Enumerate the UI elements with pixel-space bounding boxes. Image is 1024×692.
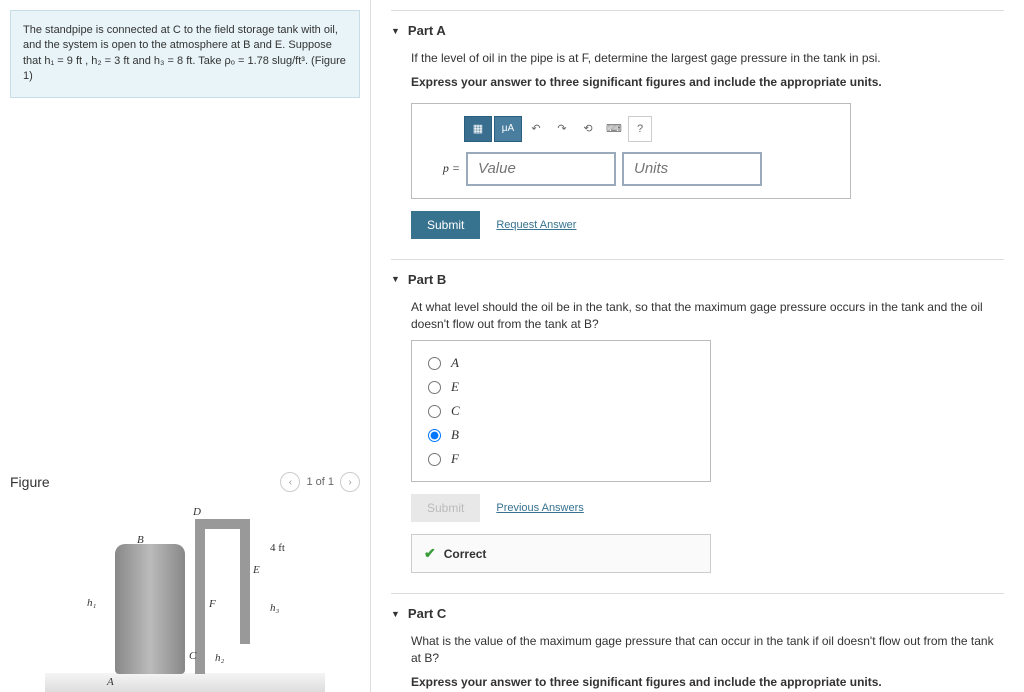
part-c-instruction: Express your answer to three significant… — [411, 675, 1004, 689]
undo-icon[interactable]: ↶ — [524, 116, 548, 142]
option-A[interactable]: A — [428, 351, 694, 375]
check-icon: ✔ — [424, 545, 436, 562]
part-a-title: Part A — [408, 23, 446, 38]
label-h2: h₂ — [215, 652, 224, 664]
figure-image: D B E F C A h₁ h₂ h₃ 4 ft — [45, 502, 325, 692]
label-E: E — [253, 564, 260, 576]
figure-prev-button[interactable]: ‹ — [280, 472, 300, 492]
part-a-request-answer-link[interactable]: Request Answer — [496, 219, 576, 231]
symbols-icon[interactable]: μA — [494, 116, 522, 142]
help-icon[interactable]: ? — [628, 116, 652, 142]
radio-A[interactable] — [428, 357, 441, 370]
part-a-units-input[interactable] — [622, 152, 762, 186]
radio-E[interactable] — [428, 381, 441, 394]
figure-nav: ‹ 1 of 1 › — [280, 472, 360, 492]
part-b-previous-answers-link[interactable]: Previous Answers — [496, 502, 583, 514]
part-b-title: Part B — [408, 272, 446, 287]
right-panel: ▼ Part A If the level of oil in the pipe… — [370, 0, 1024, 692]
radio-B[interactable] — [428, 429, 441, 442]
label-4ft: 4 ft — [270, 542, 285, 554]
keyboard-icon[interactable]: ⌨ — [602, 116, 626, 142]
option-E[interactable]: E — [428, 375, 694, 399]
part-a-var-label: p = — [424, 161, 460, 176]
part-b-correct-feedback: ✔ Correct — [411, 534, 711, 573]
redo-icon[interactable]: ↷ — [550, 116, 574, 142]
part-a-instruction: Express your answer to three significant… — [411, 75, 1004, 89]
part-a-toolbar: ▦ μA ↶ ↷ ⟲ ⌨ ? — [464, 116, 838, 142]
caret-down-icon: ▼ — [391, 609, 400, 619]
part-a-answer-box: ▦ μA ↶ ↷ ⟲ ⌨ ? p = — [411, 103, 851, 199]
label-C: C — [189, 650, 196, 662]
part-b-header[interactable]: ▼ Part B — [391, 272, 1004, 287]
part-b-submit-button: Submit — [411, 494, 480, 522]
figure-next-button[interactable]: › — [340, 472, 360, 492]
part-c-title: Part C — [408, 606, 446, 621]
part-a-value-input[interactable] — [466, 152, 616, 186]
correct-label: Correct — [444, 547, 487, 561]
radio-C[interactable] — [428, 405, 441, 418]
part-a-submit-button[interactable]: Submit — [411, 211, 480, 239]
radio-F[interactable] — [428, 453, 441, 466]
label-D: D — [193, 506, 201, 518]
label-B: B — [137, 534, 144, 546]
caret-down-icon: ▼ — [391, 26, 400, 36]
option-C[interactable]: C — [428, 399, 694, 423]
label-h3: h₃ — [270, 602, 279, 614]
part-c-section: ▼ Part C What is the value of the maximu… — [391, 593, 1004, 692]
part-b-question: At what level should the oil be in the t… — [411, 299, 1004, 333]
option-B[interactable]: B — [428, 423, 694, 447]
templates-icon[interactable]: ▦ — [464, 116, 492, 142]
part-a-header[interactable]: ▼ Part A — [391, 23, 1004, 38]
part-a-section: ▼ Part A If the level of oil in the pipe… — [391, 10, 1004, 239]
part-c-header[interactable]: ▼ Part C — [391, 606, 1004, 621]
problem-statement: The standpipe is connected at C to the f… — [10, 10, 360, 98]
caret-down-icon: ▼ — [391, 274, 400, 284]
part-b-section: ▼ Part B At what level should the oil be… — [391, 259, 1004, 574]
figure-section: Figure ‹ 1 of 1 › D B E F C A h₁ h₂ h₃ 4… — [10, 472, 360, 692]
reset-icon[interactable]: ⟲ — [576, 116, 600, 142]
part-b-options: A E C B F — [411, 340, 711, 482]
label-F: F — [209, 598, 216, 610]
figure-title: Figure — [10, 474, 50, 490]
part-a-question: If the level of oil in the pipe is at F,… — [411, 50, 1004, 67]
label-A: A — [107, 676, 114, 688]
part-c-question: What is the value of the maximum gage pr… — [411, 633, 1004, 667]
option-F[interactable]: F — [428, 447, 694, 471]
figure-counter: 1 of 1 — [306, 476, 334, 488]
left-panel: The standpipe is connected at C to the f… — [0, 0, 370, 692]
label-h1: h₁ — [87, 597, 96, 609]
